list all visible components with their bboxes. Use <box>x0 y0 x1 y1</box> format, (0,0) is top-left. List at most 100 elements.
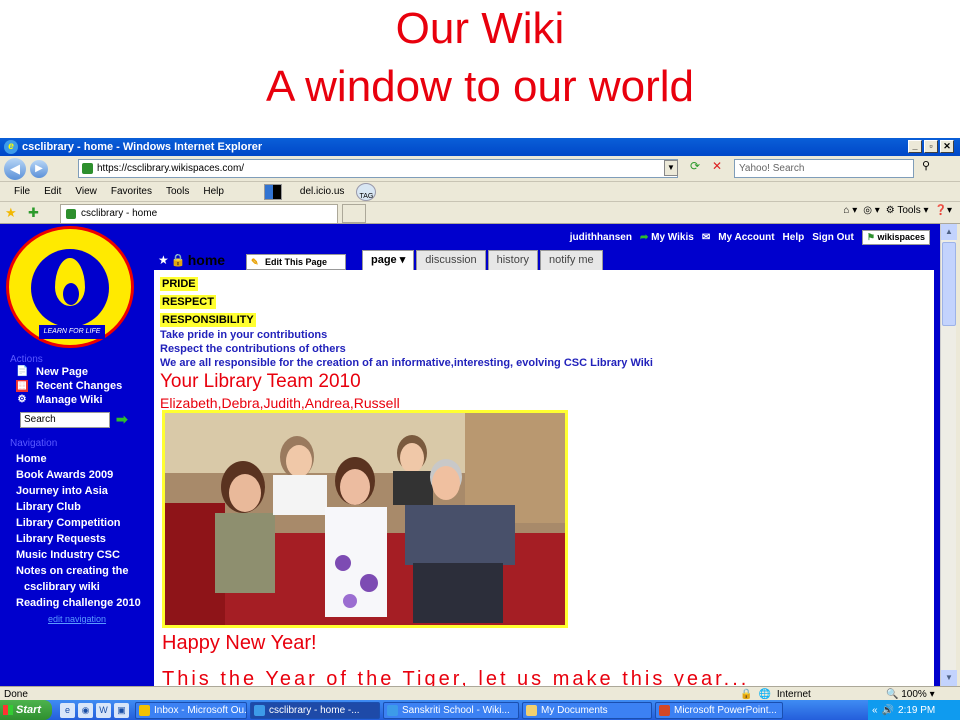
taskbar: Start e ◉ W ▣ Inbox - Microsoft Ou... cs… <box>0 700 960 720</box>
navigation-heading: Navigation <box>10 438 58 449</box>
wiki-page: LEARN FOR LIFE judithhansen ➦ My Wikis ✉… <box>0 224 940 686</box>
menu-edit[interactable]: Edit <box>44 186 61 197</box>
start-button[interactable]: Start <box>0 700 52 720</box>
delicious-icon <box>263 183 282 200</box>
taskbar-btn-csclibrary[interactable]: csclibrary - home -... <box>250 701 380 719</box>
tab-discussion[interactable]: discussion <box>416 250 486 270</box>
taskbar-label-3: My Documents <box>541 704 608 716</box>
edit-navigation-link[interactable]: edit navigation <box>48 611 150 627</box>
sign-out-link[interactable]: Sign Out <box>812 232 854 243</box>
forward-icon[interactable]: ▶ <box>30 159 48 178</box>
add-favorites-icon[interactable]: ✚ <box>28 205 39 221</box>
wiki-search-input[interactable]: Search <box>20 411 110 428</box>
home-icon[interactable]: ⌂ ▾ <box>843 205 857 216</box>
menu-tools[interactable]: Tools <box>166 186 189 197</box>
menu-file[interactable]: File <box>14 186 30 197</box>
nav-item-library-competition[interactable]: Library Competition <box>16 515 150 531</box>
search-go-icon[interactable]: ➡ <box>116 411 128 428</box>
tab-page[interactable]: page ▾ <box>362 250 415 270</box>
feeds-icon[interactable]: ◎ ▾ <box>863 205 880 216</box>
team-heading: Your Library Team 2010 <box>160 371 361 392</box>
scroll-up-icon[interactable]: ▲ <box>941 224 957 240</box>
nav-item-library-requests[interactable]: Library Requests <box>16 531 150 547</box>
taskbar-btn-sanskriti[interactable]: Sanskriti School - Wiki... <box>383 701 519 719</box>
my-wikis-link[interactable]: ➦ My Wikis <box>640 232 694 243</box>
nav-item-book-awards[interactable]: Book Awards 2009 <box>16 467 150 483</box>
minimize-button[interactable]: _ <box>908 140 922 153</box>
wikispaces-label: wikispaces <box>877 232 925 242</box>
delicious-button[interactable]: del.icio.us <box>250 183 344 200</box>
tray-expand-icon[interactable]: « <box>872 705 878 716</box>
nav-item-music-industry[interactable]: Music Industry CSC <box>16 547 150 563</box>
maximize-button[interactable]: ▫ <box>924 140 938 153</box>
zoom-value: 100% <box>901 689 927 700</box>
taskbar-btn-documents[interactable]: My Documents <box>522 701 652 719</box>
menu-help[interactable]: Help <box>203 186 224 197</box>
tools-menu[interactable]: ⚙ Tools ▾ <box>886 205 929 216</box>
tab-title: csclibrary - home <box>81 208 158 219</box>
actions-heading: Actions <box>10 354 43 365</box>
nav-item-notes-line2[interactable]: csclibrary wiki <box>24 579 150 595</box>
scroll-down-icon[interactable]: ▼ <box>941 670 957 686</box>
browser-tab[interactable]: csclibrary - home <box>60 204 338 223</box>
nav-item-reading-challenge[interactable]: Reading challenge 2010 <box>16 595 150 611</box>
page-title: home <box>187 252 226 268</box>
window-titlebar[interactable]: e csclibrary - home - Windows Internet E… <box>0 138 960 156</box>
scroll-thumb[interactable] <box>942 242 956 326</box>
tab-history[interactable]: history <box>487 250 539 270</box>
nav-item-home[interactable]: Home <box>16 451 150 467</box>
cutoff-text: This the Year of the Tiger, let us make … <box>162 668 750 686</box>
value-pride: PRIDE <box>160 277 198 291</box>
address-dropdown-icon[interactable]: ▼ <box>664 160 678 176</box>
close-button[interactable]: ✕ <box>940 140 954 153</box>
username-link[interactable]: judithhansen <box>570 232 632 243</box>
clock[interactable]: 2:19 PM <box>898 705 935 716</box>
tag-button[interactable]: TAG <box>356 182 377 201</box>
menu-view[interactable]: View <box>75 186 97 197</box>
wikispaces-logo[interactable]: ⚑ wikispaces <box>861 230 930 245</box>
search-icon[interactable]: ⚲ <box>918 159 934 177</box>
college-logo: LEARN FOR LIFE <box>6 226 134 348</box>
back-icon[interactable]: ◀ <box>4 157 26 180</box>
new-page-link[interactable]: 📄 New Page <box>16 365 150 379</box>
word-quicklaunch-icon[interactable]: W <box>96 702 111 718</box>
edit-page-button[interactable]: ✎ Edit This Page <box>246 254 346 270</box>
help-link[interactable]: Help <box>783 232 805 243</box>
taskbar-btn-powerpoint[interactable]: Microsoft PowerPoint... <box>655 701 783 719</box>
ie-quicklaunch-icon[interactable]: e <box>60 702 75 718</box>
manage-wiki-link[interactable]: ⚙ Manage Wiki <box>16 393 150 407</box>
happy-new-year: Happy New Year! <box>162 632 317 654</box>
nav-item-library-club[interactable]: Library Club <box>16 499 150 515</box>
mail-icon[interactable]: ✉ <box>702 232 710 243</box>
refresh-icon[interactable]: ⟳ <box>686 159 704 177</box>
favorite-page-icon[interactable]: ★ <box>158 253 169 267</box>
slide-title: Our Wiki <box>395 4 565 53</box>
stop-icon[interactable]: ✕ <box>708 159 726 177</box>
tab-notify-me[interactable]: notify me <box>540 250 603 270</box>
outlook-icon <box>139 704 150 716</box>
ie-icon-task <box>254 704 265 716</box>
menu-favorites[interactable]: Favorites <box>111 186 152 197</box>
new-tab-button[interactable] <box>342 204 366 223</box>
menu-bar: File Edit View Favorites Tools Help del.… <box>0 182 960 202</box>
value-respect: RESPECT <box>160 295 216 309</box>
recent-changes-link[interactable]: ▦ Recent Changes <box>16 379 150 393</box>
volume-icon[interactable]: 🔊 <box>882 705 894 716</box>
address-input[interactable]: https://csclibrary.wikispaces.com/ <box>78 159 678 178</box>
page-header: ★ 🔒 home <box>158 252 225 268</box>
outlook-quicklaunch-icon[interactable]: ◉ <box>78 702 93 718</box>
favorites-star-icon[interactable]: ★ <box>5 205 17 221</box>
yahoo-search-input[interactable]: Yahoo! Search <box>734 159 914 178</box>
taskbar-label-2: Sanskriti School - Wiki... <box>402 704 510 716</box>
help-icon[interactable]: ❓▾ <box>935 205 952 216</box>
address-url: https://csclibrary.wikispaces.com/ <box>97 163 245 174</box>
desktop-quicklaunch-icon[interactable]: ▣ <box>114 702 129 718</box>
taskbar-label-4: Microsoft PowerPoint... <box>674 704 777 716</box>
my-account-link[interactable]: My Account <box>718 232 774 243</box>
vertical-scrollbar[interactable]: ▲ ▼ <box>940 224 957 686</box>
nav-item-journey-asia[interactable]: Journey into Asia <box>16 483 150 499</box>
nav-item-notes-line1[interactable]: Notes on creating the <box>16 563 150 579</box>
taskbar-btn-outlook[interactable]: Inbox - Microsoft Ou... <box>135 701 247 719</box>
body-line-1: Take pride in your contributions <box>160 329 328 341</box>
tab-bar: ★ ✚ csclibrary - home ⌂ ▾ ◎ ▾ ⚙ Tools ▾ … <box>0 202 960 224</box>
